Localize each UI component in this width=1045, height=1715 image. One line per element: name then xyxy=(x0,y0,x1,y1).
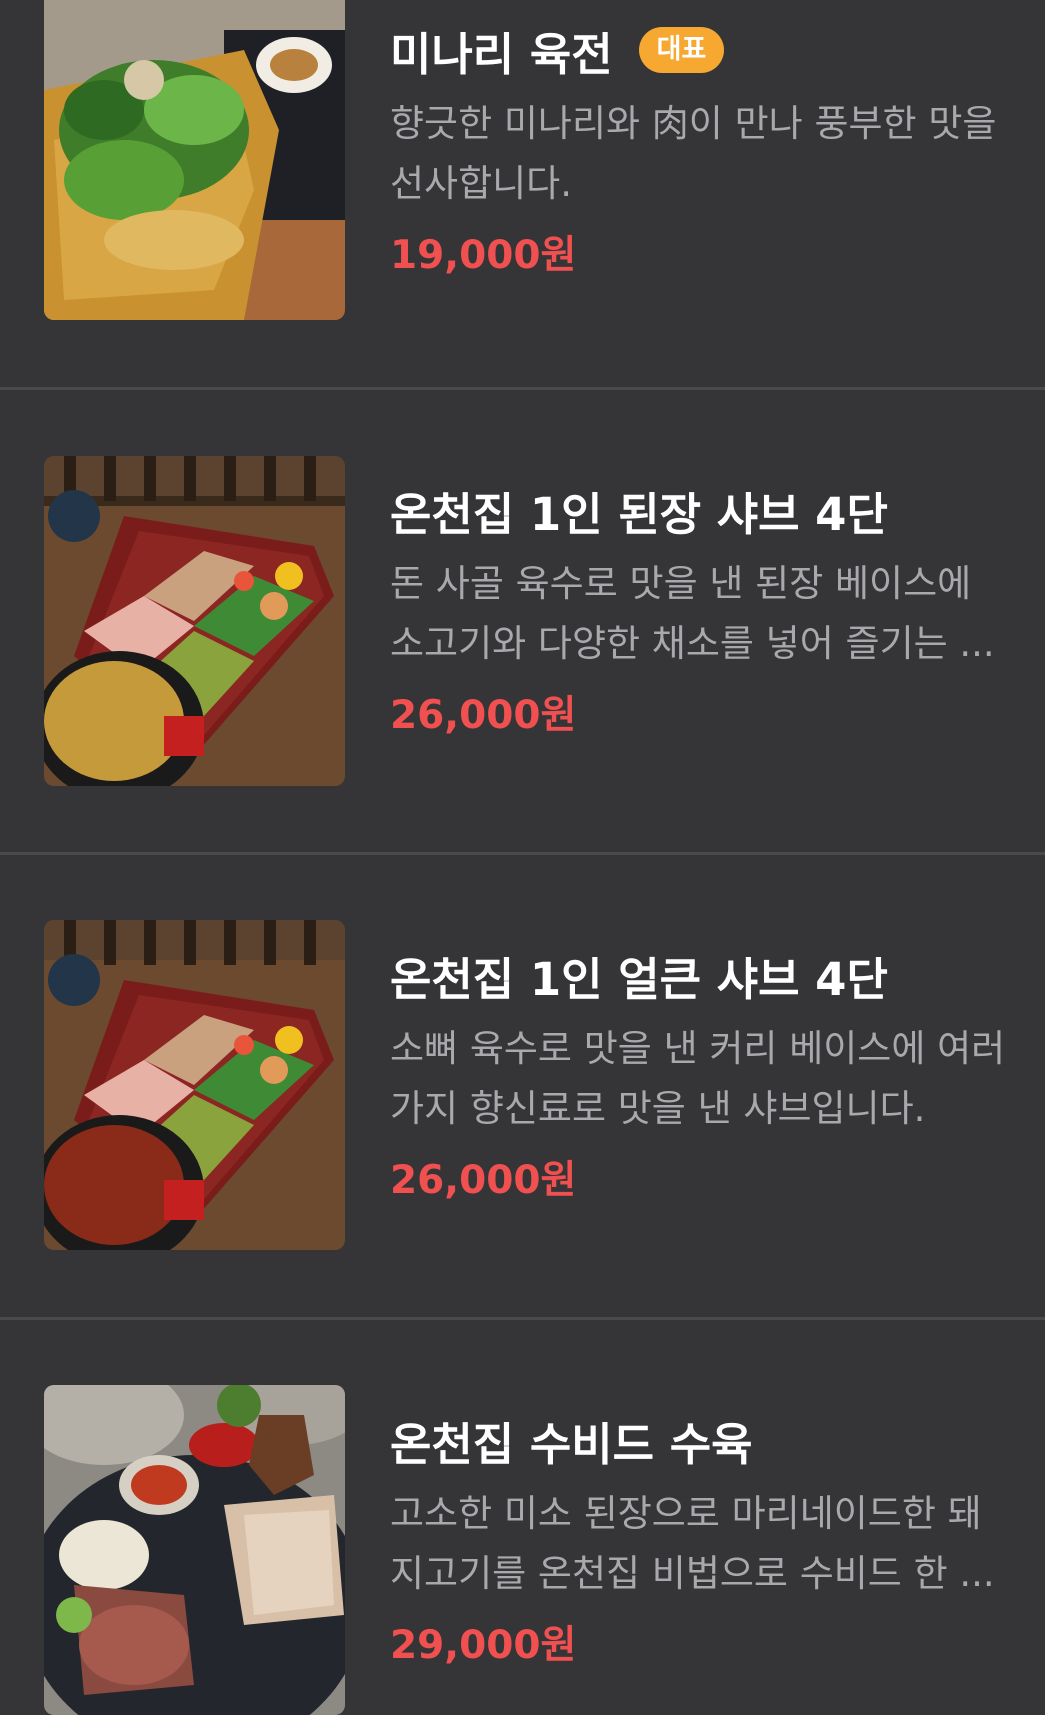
menu-item-price: 26,000원 xyxy=(390,1158,577,1203)
menu-item-description: 향긋한 미나리와 肉이 만나 풍부한 맛을 선사합니다. xyxy=(390,102,997,205)
menu-item[interactable]: 온천집 수비드 수육 고소한 미소 된장으로 마리네이드한 돼지고기를 온천집 … xyxy=(0,1320,1045,1715)
menu-item-description: 고소한 미소 된장으로 마리네이드한 돼지고기를 온천집 비법으로 수비드 한 … xyxy=(390,1492,995,1595)
menu-item-name: 온천집 1인 된장 샤브 4단 xyxy=(390,487,888,541)
menu-item-price: 19,000원 xyxy=(390,233,577,278)
menu-item-name: 미나리 육전 xyxy=(390,27,613,81)
menu-item[interactable]: 온천집 1인 된장 샤브 4단 돈 사골 육수로 맛을 낸 된장 베이스에 소고… xyxy=(0,390,1045,855)
menu-list: 미나리 육전 대표 향긋한 미나리와 肉이 만나 풍부한 맛을 선사합니다. 1… xyxy=(0,0,1045,1715)
menu-item-price: 29,000원 xyxy=(390,1623,577,1668)
menu-item-description: 돈 사골 육수로 맛을 낸 된장 베이스에 소고기와 다양한 채소를 넣어 즐기… xyxy=(390,562,995,665)
menu-item-photo xyxy=(44,920,345,1250)
menu-item-photo xyxy=(44,0,345,320)
menu-item-description: 소뼈 육수로 맛을 낸 커리 베이스에 여러가지 향신료로 맛을 낸 샤브입니다… xyxy=(390,1027,1006,1130)
menu-item-price: 26,000원 xyxy=(390,693,577,738)
signature-badge: 대표 xyxy=(638,27,725,73)
menu-item-name: 온천집 수비드 수육 xyxy=(390,1417,753,1471)
menu-item-name: 온천집 1인 얼큰 샤브 4단 xyxy=(390,952,888,1006)
menu-item-photo xyxy=(44,1385,345,1715)
menu-item[interactable]: 미나리 육전 대표 향긋한 미나리와 肉이 만나 풍부한 맛을 선사합니다. 1… xyxy=(0,0,1045,390)
menu-item[interactable]: 온천집 1인 얼큰 샤브 4단 소뼈 육수로 맛을 낸 커리 베이스에 여러가지… xyxy=(0,855,1045,1320)
menu-item-photo xyxy=(44,456,345,786)
